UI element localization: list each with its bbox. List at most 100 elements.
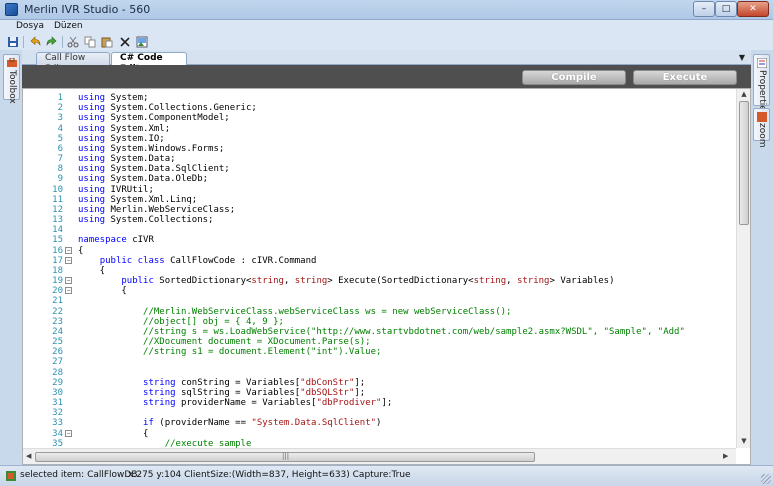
scroll-left-icon[interactable]: ◀ [26, 452, 31, 460]
toolbox-tab[interactable]: Toolbox [3, 54, 20, 104]
code-line[interactable]: 32 [23, 408, 736, 418]
line-number: 1 [57, 93, 63, 103]
code-token: System.Data.OleDb; [105, 174, 209, 185]
code-text: namespace cIVR [78, 235, 154, 245]
scroll-down-icon[interactable]: ▼ [739, 437, 749, 445]
toolbar [0, 34, 773, 50]
fold-toggle-icon[interactable]: − [65, 256, 72, 264]
scroll-up-icon[interactable]: ▲ [739, 90, 749, 98]
code-text: if (providerName == "System.Data.SqlClie… [78, 418, 381, 428]
compile-button[interactable]: Compile [522, 70, 626, 85]
code-line[interactable]: 18 { [23, 266, 736, 276]
code-text: using Merlin.WebServiceClass; [78, 205, 235, 215]
code-line[interactable]: 2 using System.Collections.Generic; [23, 103, 736, 113]
code-line[interactable]: 15 namespace cIVR [23, 235, 736, 245]
code-token: string [294, 276, 328, 287]
code-line[interactable]: 31 string providerName = Variables["dbPr… [23, 398, 736, 408]
code-line[interactable]: 35 //execute sample [23, 439, 736, 448]
copy-icon[interactable] [84, 36, 96, 48]
line-number: 24 [52, 326, 63, 337]
code-line[interactable]: 6 using System.Windows.Forms; [23, 144, 736, 154]
code-line[interactable]: 28 [23, 368, 736, 378]
code-text: using System.Data.SqlClient; [78, 164, 230, 174]
horizontal-scrollbar[interactable]: ◀ ||| ▶ [23, 448, 736, 464]
code-area[interactable]: 1 using System; 2 using System.Collections.… [23, 89, 736, 448]
code-text: using System.Windows.Forms; [78, 144, 224, 154]
code-text: { [78, 266, 105, 276]
code-line[interactable]: 23 //object[] obj = { 4, 9 }; [23, 317, 736, 327]
scroll-right-icon[interactable]: ▶ [723, 452, 728, 460]
code-line[interactable]: 4 using System.Xml; [23, 124, 736, 134]
code-token: namespace [78, 235, 127, 246]
code-line[interactable]: 5 using System.IO; [23, 134, 736, 144]
horizontal-scroll-thumb[interactable]: ||| [35, 452, 535, 462]
code-line[interactable]: 11 using System.Xml.Linq; [23, 195, 736, 205]
line-number: 29 [52, 377, 63, 388]
code-line[interactable]: 1 using System; [23, 93, 736, 103]
redo-icon[interactable] [46, 36, 58, 48]
save-icon[interactable] [7, 36, 19, 48]
code-line[interactable]: 34− { [23, 429, 736, 439]
delete-icon[interactable] [119, 36, 131, 48]
close-button[interactable]: ✕ [737, 1, 769, 17]
code-editor[interactable]: 1 using System; 2 using System.Collections.… [22, 88, 751, 465]
tab-call-flow-editor[interactable]: Call Flow Editor [36, 52, 110, 74]
zoom-label: zoom [757, 123, 767, 148]
code-line[interactable]: 17− public class CallFlowCode : cIVR.Com… [23, 256, 736, 266]
code-line[interactable]: 12 using Merlin.WebServiceClass; [23, 205, 736, 215]
code-token: public class [99, 255, 165, 266]
fold-toggle-icon[interactable]: − [65, 287, 72, 295]
code-line[interactable]: 22 //Merlin.WebServiceClass.webServiceCl… [23, 307, 736, 317]
menu-duzen[interactable]: Düzen [54, 21, 83, 31]
code-line[interactable]: 7 using System.Data; [23, 154, 736, 164]
code-line[interactable]: 8 using System.Data.SqlClient; [23, 164, 736, 174]
code-line[interactable]: 30 string sqlString = Variables["dbSQLSt… [23, 388, 736, 398]
code-token: using [78, 123, 106, 134]
paste-icon[interactable] [101, 36, 113, 48]
code-token: //Merlin.WebServiceClass.webServiceClass… [78, 306, 512, 317]
line-number: 9 [57, 174, 63, 185]
tab-code-editor[interactable]: C# Code Editor [111, 52, 187, 74]
code-line[interactable]: 27 [23, 357, 736, 367]
code-text: using IVRUtil; [78, 185, 154, 195]
code-line[interactable]: 25 //XDocument document = XDocument.Pars… [23, 337, 736, 347]
code-token: string [516, 276, 550, 287]
code-line[interactable]: 13 using System.Collections; [23, 215, 736, 225]
minimize-button[interactable]: – [693, 1, 715, 17]
execute-button[interactable]: Execute [633, 70, 737, 85]
code-line[interactable]: 29 string conString = Variables["dbConSt… [23, 378, 736, 388]
code-line[interactable]: 24 //string s = ws.LoadWebService("http:… [23, 327, 736, 337]
code-line[interactable]: 19− public SortedDictionary<string, stri… [23, 276, 736, 286]
fold-toggle-icon[interactable]: − [65, 246, 72, 254]
cut-icon[interactable] [67, 36, 79, 48]
vertical-scrollbar[interactable]: ▲ ▼ [736, 89, 750, 448]
resize-grip[interactable] [761, 474, 771, 484]
code-line[interactable]: 20− { [23, 286, 736, 296]
vertical-scroll-thumb[interactable] [739, 101, 749, 225]
code-token: "dbProdiver" [316, 398, 382, 409]
undo-icon[interactable] [29, 36, 41, 48]
code-token: "System.Data.SqlClient" [251, 418, 377, 429]
code-text: { [78, 286, 126, 296]
fold-toggle-icon[interactable]: − [65, 277, 72, 285]
code-line[interactable]: 14 [23, 225, 736, 235]
menu-dosya[interactable]: Dosya [16, 21, 44, 31]
zoom-tab[interactable]: zoom [753, 108, 770, 148]
code-line[interactable]: 26 //string s1 = document.Element("int")… [23, 347, 736, 357]
code-line[interactable]: 9 using System.Data.OleDb; [23, 174, 736, 184]
line-number: 6 [57, 143, 63, 154]
properties-tab[interactable]: Properties [753, 54, 770, 115]
code-line[interactable]: 10 using IVRUtil; [23, 185, 736, 195]
code-line[interactable]: 3 using System.ComponentModel; [23, 113, 736, 123]
fold-toggle-icon[interactable]: − [65, 429, 72, 437]
tab-menu-arrow-icon[interactable]: ▼ [739, 53, 745, 62]
scroll-grip-icon: ||| [282, 452, 290, 460]
code-line[interactable]: 33 if (providerName == "System.Data.SqlC… [23, 418, 736, 428]
image-icon[interactable] [136, 36, 148, 48]
code-token: > Variables) [549, 276, 615, 287]
code-line[interactable]: 16−{ [23, 246, 736, 256]
status-coordinates: x:275 y:104 ClientSize:(Width=837, Heigh… [128, 470, 411, 480]
code-line[interactable]: 21 [23, 296, 736, 306]
code-text: using System.ComponentModel; [78, 113, 230, 123]
maximize-button[interactable]: □ [715, 1, 737, 17]
